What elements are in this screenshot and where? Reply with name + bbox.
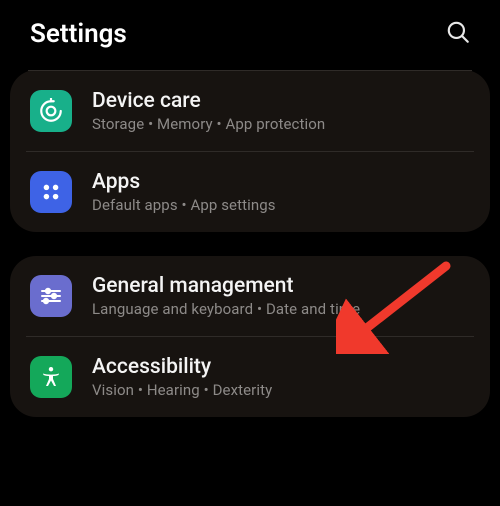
settings-item-title: Apps [92, 170, 276, 194]
settings-group: General management Language and keyboard… [10, 256, 490, 417]
settings-item-title: Accessibility [92, 355, 272, 379]
settings-item-title: General management [92, 274, 360, 298]
settings-item-device-care[interactable]: Device care Storage • Memory • App prote… [26, 71, 474, 151]
search-icon [445, 19, 471, 49]
settings-item-apps[interactable]: Apps Default apps • App settings [26, 151, 474, 232]
settings-header: Settings [0, 0, 500, 62]
settings-group: Device care Storage • Memory • App prote… [10, 70, 490, 232]
apps-icon [30, 171, 72, 213]
settings-item-subtitle: Vision • Hearing • Dexterity [92, 381, 272, 399]
settings-item-general-management[interactable]: General management Language and keyboard… [26, 256, 474, 336]
settings-item-title: Device care [92, 89, 325, 113]
settings-item-subtitle: Default apps • App settings [92, 196, 276, 214]
settings-item-text: Device care Storage • Memory • App prote… [92, 89, 325, 133]
accessibility-icon [30, 356, 72, 398]
device-care-icon [30, 90, 72, 132]
settings-item-subtitle: Storage • Memory • App protection [92, 115, 325, 133]
sliders-icon [30, 275, 72, 317]
settings-item-accessibility[interactable]: Accessibility Vision • Hearing • Dexteri… [26, 336, 474, 417]
settings-item-subtitle: Language and keyboard • Date and time [92, 300, 360, 318]
page-title: Settings [30, 19, 127, 49]
settings-item-text: Apps Default apps • App settings [92, 170, 276, 214]
search-button[interactable] [440, 16, 476, 52]
settings-item-text: Accessibility Vision • Hearing • Dexteri… [92, 355, 272, 399]
settings-item-text: General management Language and keyboard… [92, 274, 360, 318]
